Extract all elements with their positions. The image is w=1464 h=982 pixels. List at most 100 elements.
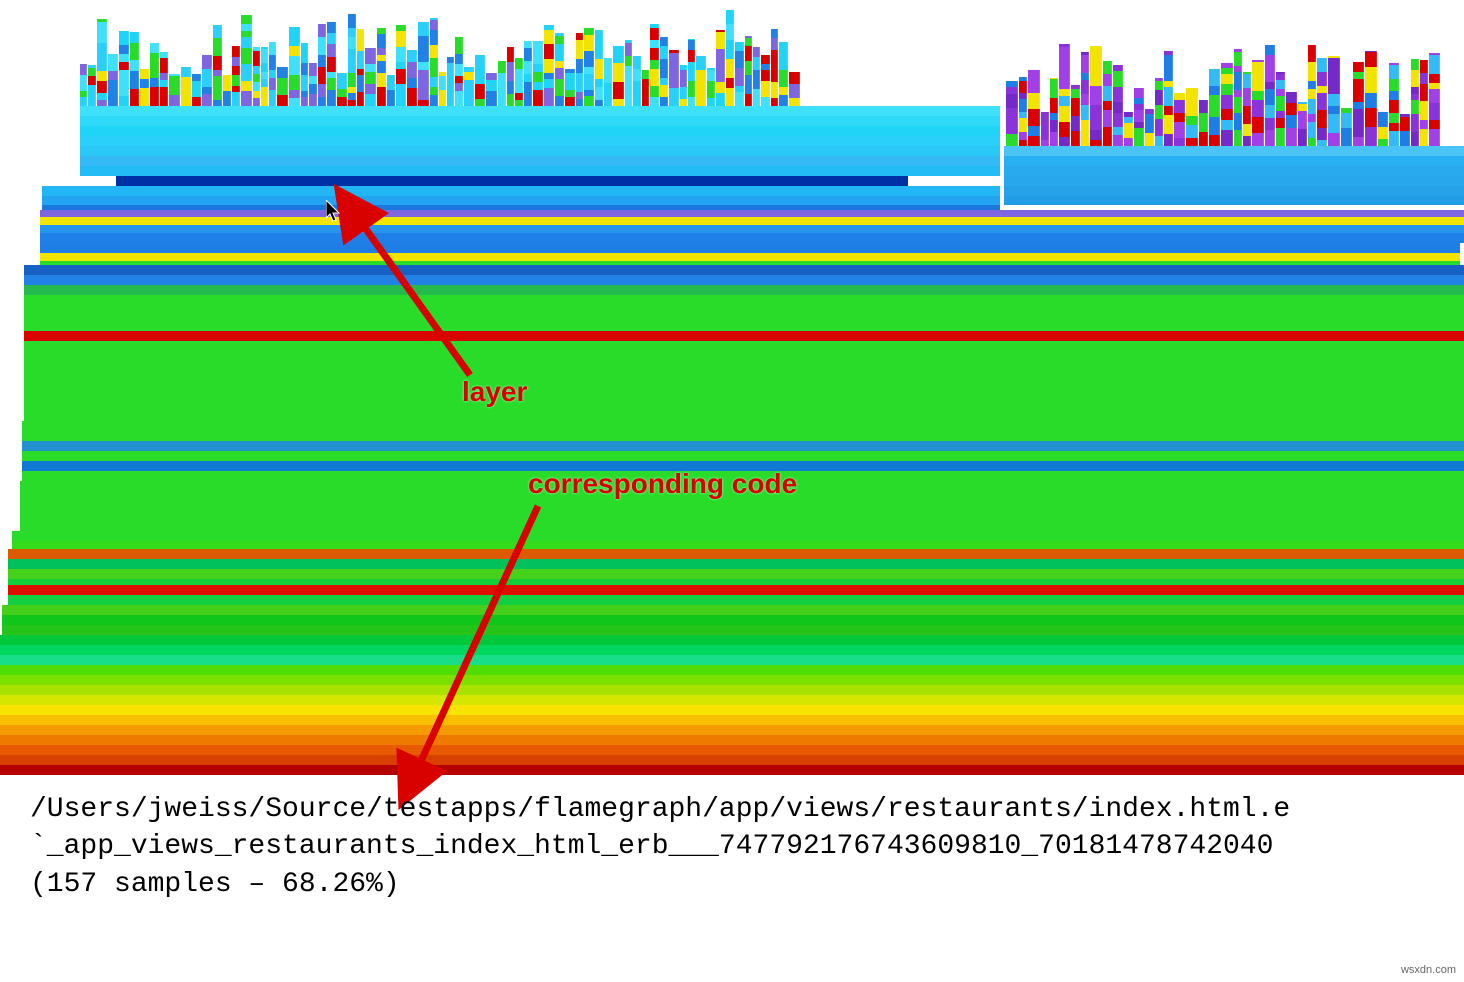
flame-leaf[interactable] <box>688 73 695 81</box>
flame-leaf[interactable] <box>1420 73 1428 84</box>
flame-leaf[interactable] <box>1298 104 1307 111</box>
flame-leaf[interactable] <box>1411 94 1419 100</box>
flame-leaf[interactable] <box>160 73 168 80</box>
flame-leaf[interactable] <box>633 89 641 106</box>
flame-leaf[interactable] <box>613 99 624 106</box>
flame-leaf[interactable] <box>140 69 149 79</box>
flame-leaf[interactable] <box>688 62 695 73</box>
flame-leaf[interactable] <box>533 56 543 64</box>
flame-leaf[interactable] <box>1090 46 1102 59</box>
flame-leaf[interactable] <box>544 30 554 44</box>
flame-leaf[interactable] <box>407 62 417 78</box>
flame-leaf[interactable] <box>119 62 129 70</box>
flame-leaf[interactable] <box>1155 119 1163 136</box>
flame-leaf[interactable] <box>357 69 364 75</box>
flame-leaf[interactable] <box>1050 98 1058 113</box>
flame-leaf[interactable] <box>604 83 612 94</box>
flame-leaf[interactable] <box>1276 111 1285 118</box>
flame-leaf[interactable] <box>789 98 800 106</box>
flame-leaf[interactable] <box>1090 140 1102 146</box>
flame-leaf[interactable] <box>650 97 659 106</box>
flame-leaf[interactable] <box>213 56 222 70</box>
flame-leaf[interactable] <box>475 84 485 99</box>
flame-leaf[interactable] <box>1028 126 1040 136</box>
flame-leaf[interactable] <box>1286 103 1297 115</box>
flame-leaf[interactable] <box>1389 79 1399 91</box>
flame-layer[interactable] <box>0 705 1464 715</box>
flame-leaf[interactable] <box>688 39 695 40</box>
flame-leaf[interactable] <box>396 56 406 62</box>
flame-layer[interactable] <box>40 217 1464 225</box>
flame-leaf[interactable] <box>130 60 139 71</box>
flame-leaf[interactable] <box>1209 110 1220 117</box>
flame-leaf[interactable] <box>524 92 532 106</box>
flame-layer[interactable] <box>0 725 1464 735</box>
flame-leaf[interactable] <box>1252 60 1264 62</box>
flame-leaf[interactable] <box>1389 63 1399 65</box>
flame-layer[interactable] <box>24 315 1464 325</box>
flame-leaf[interactable] <box>565 90 575 97</box>
flame-leaf[interactable] <box>613 46 624 63</box>
flame-leaf[interactable] <box>253 66 260 74</box>
flame-leaf[interactable] <box>1353 79 1364 86</box>
flame-leaf[interactable] <box>1265 118 1275 130</box>
flame-layer[interactable] <box>80 106 1000 116</box>
flame-leaf[interactable] <box>455 64 463 76</box>
flame-leaf[interactable] <box>779 95 788 106</box>
flame-leaf[interactable] <box>771 68 778 82</box>
flame-leaf[interactable] <box>1090 113 1102 130</box>
flame-leaf[interactable] <box>1365 67 1377 84</box>
flame-leaf[interactable] <box>669 53 679 72</box>
flame-leaf[interactable] <box>97 31 107 43</box>
flame-leaf[interactable] <box>660 37 668 46</box>
flame-leaf[interactable] <box>761 70 770 81</box>
flame-leaf[interactable] <box>1265 55 1275 65</box>
flame-leaf[interactable] <box>337 97 347 106</box>
flame-leaf[interactable] <box>1328 106 1340 114</box>
flame-leaf[interactable] <box>348 37 356 49</box>
flame-leaf[interactable] <box>1328 58 1340 66</box>
flame-leaf[interactable] <box>1164 95 1173 106</box>
flame-leaf[interactable] <box>261 47 268 49</box>
flame-leaf[interactable] <box>447 63 454 79</box>
flame-leaf[interactable] <box>430 58 438 77</box>
flame-layer[interactable] <box>0 755 1464 765</box>
flame-leaf[interactable] <box>1041 121 1049 140</box>
flame-leaf[interactable] <box>771 38 778 50</box>
flame-leaf[interactable] <box>1081 73 1089 80</box>
flame-leaf[interactable] <box>680 99 687 106</box>
flame-leaf[interactable] <box>1186 116 1198 125</box>
flame-layer[interactable] <box>1004 166 1464 176</box>
flame-leaf[interactable] <box>1028 136 1040 146</box>
flame-leaf[interactable] <box>160 80 168 87</box>
flame-leaf[interactable] <box>669 72 679 88</box>
flame-leaf[interactable] <box>1155 90 1163 105</box>
flame-leaf[interactable] <box>1420 129 1428 146</box>
flame-leaf[interactable] <box>533 41 543 56</box>
flame-leaf[interactable] <box>1365 93 1377 108</box>
flame-leaf[interactable] <box>753 57 760 70</box>
flame-leaf[interactable] <box>261 63 268 72</box>
flame-layer[interactable] <box>24 341 1464 351</box>
flame-layer[interactable] <box>20 511 1464 521</box>
flame-leaf[interactable] <box>544 59 554 65</box>
flame-leaf[interactable] <box>1265 82 1275 89</box>
flame-leaf[interactable] <box>1341 128 1352 146</box>
flame-leaf[interactable] <box>181 93 191 106</box>
flame-leaf[interactable] <box>680 65 687 70</box>
flame-leaf[interactable] <box>455 76 463 83</box>
flame-leaf[interactable] <box>97 43 107 60</box>
flame-leaf[interactable] <box>753 89 760 106</box>
flame-leaf[interactable] <box>1081 94 1089 105</box>
flame-leaf[interactable] <box>97 81 107 93</box>
flame-leaf[interactable] <box>241 81 252 91</box>
flame-leaf[interactable] <box>1006 117 1018 134</box>
flame-leaf[interactable] <box>396 25 406 31</box>
flame-leaf[interactable] <box>377 28 386 34</box>
flame-leaf[interactable] <box>515 100 523 106</box>
flame-leaf[interactable] <box>301 43 308 56</box>
flame-leaf[interactable] <box>1353 86 1364 102</box>
flame-leaf[interactable] <box>150 70 159 78</box>
flame-leaf[interactable] <box>565 69 575 73</box>
flame-layer[interactable] <box>0 675 1464 685</box>
